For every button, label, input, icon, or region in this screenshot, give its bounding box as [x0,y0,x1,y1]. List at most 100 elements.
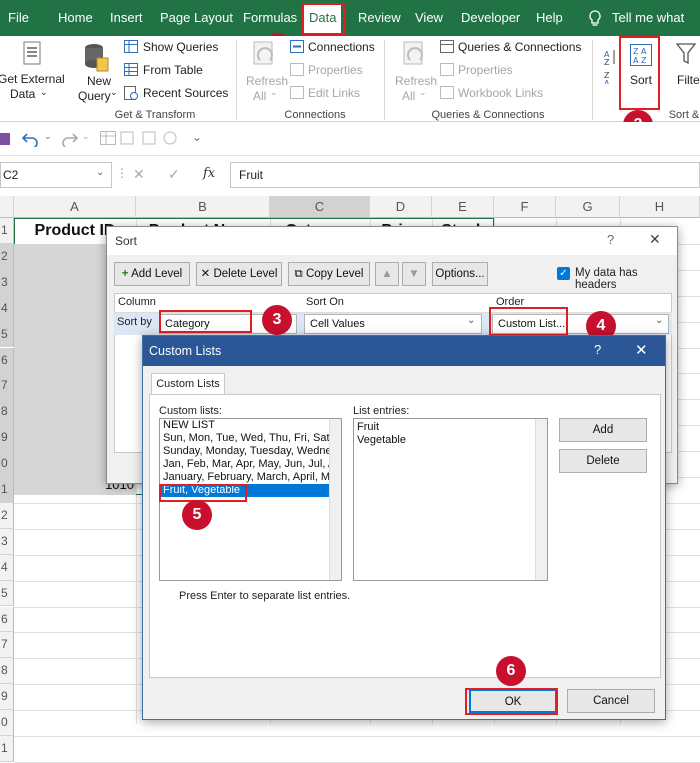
row-header[interactable]: 6 [0,606,14,633]
column-header-a[interactable]: A [14,196,136,218]
listbox-scrollbar[interactable] [329,419,341,580]
tab-insert[interactable]: Insert [110,0,143,36]
close-icon[interactable]: ✕ [649,231,661,248]
tab-custom-lists[interactable]: Custom Lists [151,373,225,395]
tab-page-layout[interactable]: Page Layout [160,0,233,36]
move-down-button[interactable]: ▼ [402,262,426,286]
from-table-icon [124,63,138,76]
confirm-edit-icon[interactable]: ✓ [168,166,180,183]
move-up-button[interactable]: ▲ [375,262,399,286]
help-icon[interactable]: ? [594,342,601,357]
edit-links-button[interactable]: Edit Links [308,86,360,100]
undo-icon[interactable] [22,131,40,147]
cancel-edit-icon[interactable]: ✕ [133,166,145,183]
row-header[interactable]: 8 [0,399,14,426]
circle-icon[interactable] [163,131,177,145]
redo-icon[interactable] [60,131,78,147]
refresh-all-button-2[interactable]: Refresh [395,74,437,88]
recent-sources-button[interactable]: Recent Sources [143,86,228,100]
custom-list-item[interactable]: Sunday, Monday, Tuesday, Wednes [160,445,341,458]
tell-me-box[interactable]: Tell me what you [612,0,700,61]
row-header[interactable]: 1 [0,477,14,503]
get-external-data-button[interactable]: Get External [0,72,65,86]
custom-list-item[interactable]: Jan, Feb, Mar, Apr, May, Jun, Jul, Au [160,458,341,471]
custom-list-item[interactable]: NEW LIST [160,419,341,432]
from-table-button[interactable]: From Table [143,63,203,77]
workbook-links-button[interactable]: Workbook Links [458,86,543,100]
function-icon[interactable]: fx [203,166,215,181]
shape-icon[interactable] [120,131,136,145]
formula-input[interactable]: Fruit [230,162,700,188]
my-data-headers-checkbox[interactable]: ✓ [557,267,570,280]
row-header[interactable]: 0 [0,451,14,477]
properties-button[interactable]: Properties [308,63,363,77]
column-header-c[interactable]: C [270,196,370,218]
save-icon[interactable] [0,132,10,146]
properties-button-2[interactable]: Properties [458,63,513,77]
delete-button[interactable]: Delete [559,449,647,473]
options-button[interactable]: Options... [432,262,488,286]
chevron-down-icon[interactable]: ⌄ [96,167,104,178]
new-query-button[interactable]: New [87,74,111,88]
chevron-down-icon[interactable]: ⌄ [655,315,663,326]
row-header[interactable]: 9 [0,684,14,711]
select-all-corner[interactable] [0,196,14,218]
customize-toolbar-icon[interactable]: ⌄ [192,130,202,144]
row-header[interactable]: 2 [0,502,14,529]
square-icon[interactable] [142,131,156,145]
row-header[interactable]: 6 [0,347,14,374]
help-icon[interactable]: ? [607,232,614,247]
step-badge-6: 6 [496,656,526,686]
row-header[interactable]: 8 [0,658,14,685]
column-header-g[interactable]: G [556,196,620,218]
column-header-h[interactable]: H [620,196,700,218]
tab-view[interactable]: View [415,0,443,36]
chevron-down-icon[interactable]: ⌄ [467,315,475,326]
list-entries-textarea[interactable]: Fruit Vegetable [353,418,548,581]
show-queries-button[interactable]: Show Queries [143,40,218,54]
connections-button[interactable]: Connections [308,40,375,54]
tab-help[interactable]: Help [536,0,563,36]
row-header[interactable]: 7 [0,373,14,400]
chevron-down-icon[interactable]: ⌄ [82,131,90,142]
row-header[interactable]: 1 [0,218,14,244]
group-get-transform: Get & Transform [114,109,196,121]
filter-button[interactable]: Filte [677,73,700,87]
row-header[interactable]: 4 [0,554,14,581]
my-data-headers-label: My data has headers [575,267,638,291]
custom-list-item[interactable]: January, February, March, April, Ma [160,471,341,484]
row-header[interactable]: 9 [0,425,14,452]
delete-level-button[interactable]: ✕ Delete Level [196,262,282,286]
row-header[interactable]: 5 [0,321,14,348]
cancel-button[interactable]: Cancel [567,689,655,713]
sort-on-select[interactable]: Cell Values [304,314,482,334]
refresh-all-button[interactable]: Refresh [246,74,288,88]
copy-level-button[interactable]: ⧉ Copy Level [288,262,370,286]
column-header-f[interactable]: F [494,196,556,218]
entries-scrollbar[interactable] [535,419,547,580]
tab-developer[interactable]: Developer [461,0,520,36]
row-header[interactable]: 4 [0,295,14,322]
row-header[interactable]: 3 [0,269,14,296]
table-icon[interactable] [100,131,116,145]
tab-formulas[interactable]: Formulas [243,0,297,36]
queries-connections-button[interactable]: Queries & Connections [458,40,581,54]
row-header[interactable]: 3 [0,528,14,555]
tab-file[interactable]: File [8,0,29,36]
add-level-button[interactable]: + Add Level [114,262,190,286]
add-button[interactable]: Add [559,418,647,442]
custom-list-item[interactable]: Sun, Mon, Tue, Wed, Thu, Fri, Sat [160,432,341,445]
chevron-down-icon[interactable]: ⌄ [44,131,52,142]
column-header-d[interactable]: D [370,196,432,218]
row-header[interactable]: 7 [0,632,14,659]
row-header[interactable]: 0 [0,710,14,736]
column-header-e[interactable]: E [432,196,494,218]
row-header[interactable]: 5 [0,580,14,607]
workbook-links-icon [440,86,454,99]
row-header[interactable]: 1 [0,736,14,762]
row-header[interactable]: 2 [0,243,14,270]
close-icon[interactable]: ✕ [635,341,648,359]
column-header-b[interactable]: B [136,196,270,218]
tab-home[interactable]: Home [58,0,93,36]
tab-review[interactable]: Review [358,0,401,36]
